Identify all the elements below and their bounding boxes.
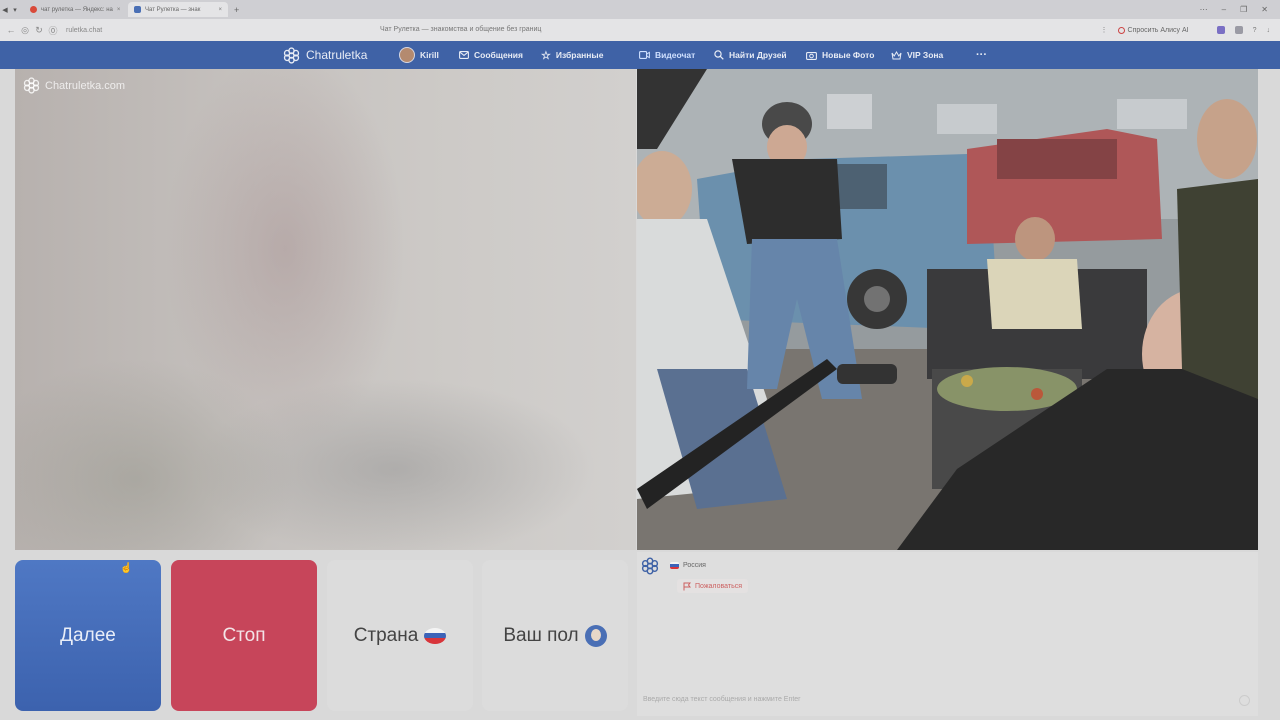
russia-flag-icon [424,627,447,644]
country-button-label: Страна [353,624,419,646]
help-icon[interactable]: ? [1253,27,1257,34]
country-button[interactable]: Страна [327,560,473,711]
tab-label: Чат Рулетка — знак [145,6,201,13]
chatruletka-favicon-icon [134,6,141,13]
alice-icon [1117,26,1125,34]
window-controls: ⋯ – ❐ ✕ [1200,5,1280,14]
gender-button[interactable]: Ваш пол [482,560,628,711]
settings-icon[interactable]: ⋮ [1101,26,1108,34]
tab-list-icon[interactable]: ▾ [10,6,20,14]
report-button[interactable]: Пожаловаться [677,579,749,593]
next-button[interactable]: Далее [15,560,161,711]
nav-user-label: Kirill [420,50,439,60]
browser-tab[interactable]: чат рулетка — Яндекс: на × [24,2,124,17]
nav-user[interactable]: Kirill [399,41,439,69]
partner-country-label: Россия [683,562,706,569]
remote-video-image [637,69,1258,550]
browser-addressbar: ← ◎ ↻ ⓪ ruletka.chat Чат Рулетка — знако… [0,19,1280,41]
star-icon: ☆ [541,49,551,62]
russia-flag-icon [670,562,679,569]
nav-vip[interactable]: VIP Зона [891,41,943,69]
home-icon[interactable]: ◎ [18,25,32,36]
nav-vip-label: VIP Зона [907,50,944,60]
security-icon: ⓪ [48,25,58,36]
nav-find-friends-label: Найти Друзей [729,50,787,60]
minimize-icon[interactable]: – [1222,5,1226,14]
logo-text: Chatruletka [306,48,368,62]
gender-button-label: Ваш пол [503,624,579,646]
nav-favorites-label: Избранные [555,50,604,60]
bookmark-icon[interactable]: ⋯ [1200,5,1208,14]
remote-video [637,69,1258,550]
site-logo[interactable]: Chatruletka [283,41,367,69]
next-button-label: Далее [60,624,116,646]
report-label: Пожаловаться [695,582,743,590]
close-tab-icon[interactable]: × [117,7,121,13]
chatruletka-logo-icon [641,557,659,575]
flag-icon [683,582,691,590]
nav-new-photos[interactable]: Новые Фото [806,41,874,69]
nav-new-photos-label: Новые Фото [822,50,875,60]
nav-videochat-label: Видеочат [655,50,696,60]
send-icon[interactable] [1239,695,1250,706]
video-camera-icon [639,51,650,59]
nav-messages-label: Сообщения [474,50,523,60]
stop-button-label: Стоп [222,624,266,646]
shield-icon[interactable] [1234,26,1243,34]
mail-icon [459,51,469,59]
site-navbar: Chatruletka Kirill Сообщения ☆ Избранные… [0,41,1280,69]
avatar [399,47,415,63]
partner-country: Россия [670,562,706,569]
chat-message-input[interactable]: Введите сюда текст сообщения и нажмите E… [643,696,801,703]
search-icon [714,50,724,60]
nav-more-icon[interactable]: ··· [976,41,987,69]
alice-button[interactable]: Спросить Алису AI [1117,26,1189,34]
stop-button[interactable]: Стоп [171,560,317,711]
browser-tabbar: ◀ ▾ чат рулетка — Яндекс: на × Чат Рулет… [0,0,1280,19]
close-tab-icon[interactable]: × [218,7,222,13]
gender-avatar-icon [584,624,607,647]
nav-find-friends[interactable]: Найти Друзей [714,41,787,69]
back-arrow-icon[interactable]: ← [4,25,18,35]
extension-icon[interactable] [1216,26,1225,34]
download-icon[interactable]: ↓ [1267,27,1271,34]
reload-icon[interactable]: ↻ [32,25,46,36]
crown-icon [891,50,902,59]
alice-label: Спросить Алису AI [1127,26,1189,34]
back-icon[interactable]: ◀ [0,6,10,14]
nav-videochat[interactable]: Видеочат [639,41,695,69]
new-tab-icon[interactable]: + [234,5,239,15]
yandex-favicon-icon [30,6,37,13]
watermark: Chatruletka.com [23,77,125,94]
watermark-text: Chatruletka.com [45,79,126,92]
chat-panel: Россия Пожаловаться Введите сюда текст с… [637,552,1258,716]
mouse-cursor-icon: ☝ [120,563,133,574]
maximize-icon[interactable]: ❐ [1240,5,1247,14]
page-title: Чат Рулетка — знакомства и общение без г… [380,26,542,33]
close-window-icon[interactable]: ✕ [1261,5,1268,14]
chatruletka-logo-icon [23,77,40,94]
url-field[interactable]: ruletka.chat [66,27,102,34]
local-video: Chatruletka.com [15,69,636,550]
camera-icon [806,51,817,60]
nav-favorites[interactable]: ☆ Избранные [541,41,603,69]
tab-label: чат рулетка — Яндекс: на [41,6,113,13]
browser-tab-active[interactable]: Чат Рулетка — знак × [128,2,228,17]
more-label: ··· [976,49,987,61]
nav-messages[interactable]: Сообщения [459,41,523,69]
chatruletka-logo-icon [283,46,300,64]
